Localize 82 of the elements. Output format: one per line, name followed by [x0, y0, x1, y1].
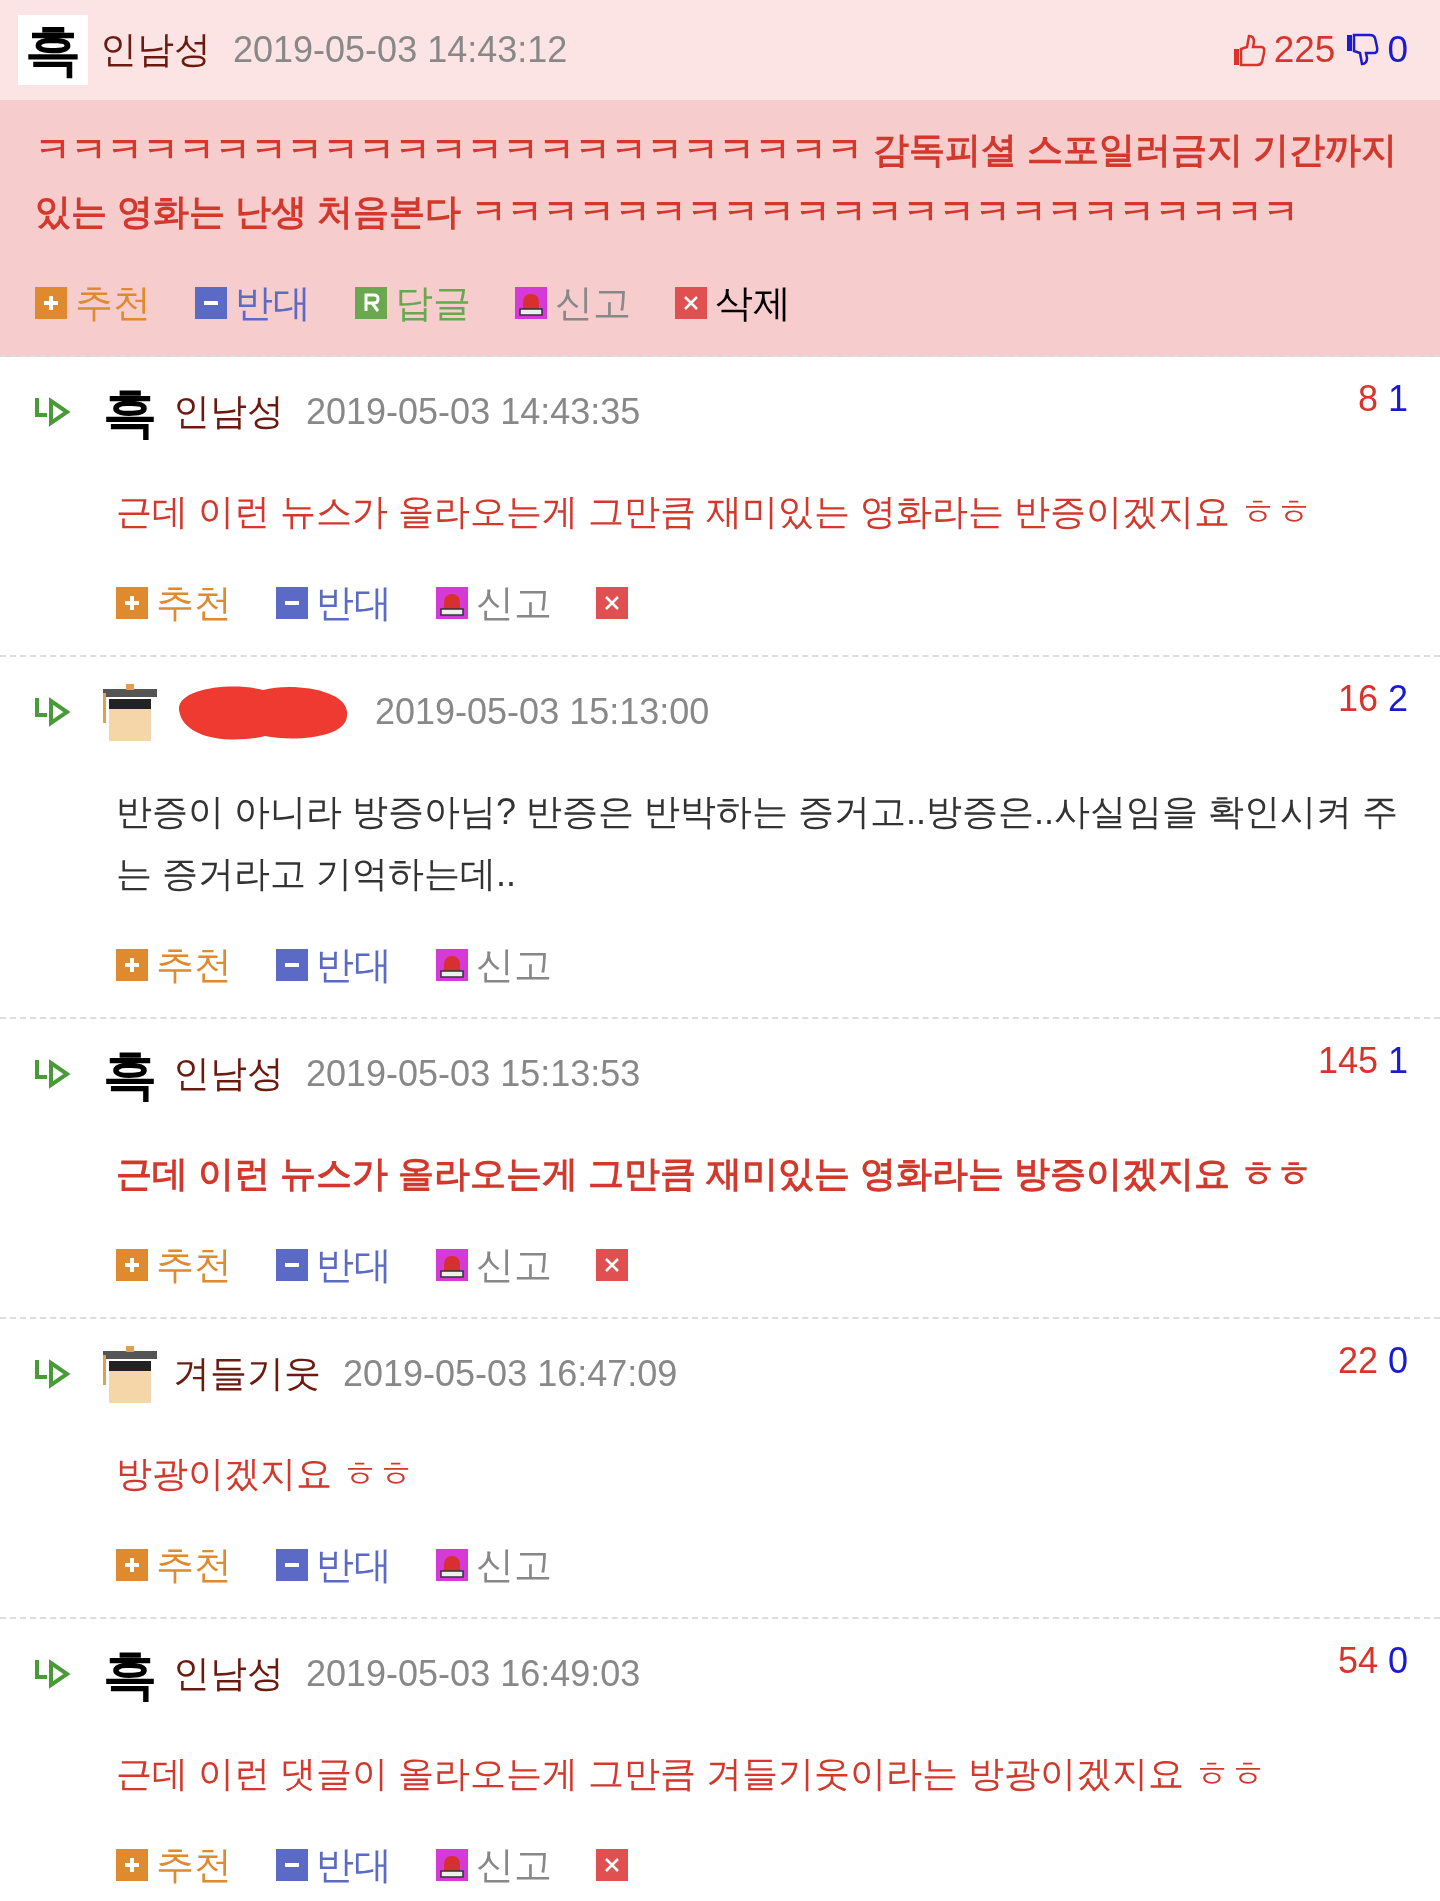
siren-icon [436, 1849, 468, 1881]
avatar: 흑 [102, 381, 158, 443]
minus-icon [276, 1249, 308, 1281]
delete-icon [596, 1849, 628, 1881]
downvote-count: 0 [1387, 28, 1408, 73]
avatar: 흑 [102, 1643, 158, 1705]
comment-text: 근데 이런 뉴스가 올라오는게 그만큼 재미있는 영화라는 반증이겠지요 ㅎㅎ [116, 490, 1313, 534]
username: 인남성 [173, 1052, 284, 1097]
reply-arrow-icon [33, 1357, 73, 1391]
comment-text: 근데 이런 뉴스가 올라오는게 그만큼 재미있는 영화라는 방증이겠지요 ㅎㅎ [116, 1152, 1313, 1196]
upvote-count: 54 [1337, 1641, 1378, 1681]
reply-icon [355, 287, 387, 319]
upvote-count: 16 [1337, 679, 1378, 719]
plus-icon [35, 287, 67, 319]
downvote-count: 0 [1387, 1341, 1408, 1381]
minus-icon [276, 949, 308, 981]
avatar: 흑 [102, 1043, 158, 1105]
report-button[interactable]: 신고 [476, 1241, 552, 1289]
downvote-count: 1 [1387, 379, 1408, 419]
downvote-count: 1 [1387, 1041, 1408, 1081]
oppose-button[interactable]: 반대 [316, 1241, 392, 1289]
delete-icon [596, 587, 628, 619]
timestamp: 2019-05-03 14:43:12 [233, 28, 568, 72]
downvote-count: 2 [1387, 679, 1408, 719]
avatar: 흑 [18, 15, 88, 85]
comment-text: 방광이겠지요 ㅎㅎ [116, 1452, 415, 1496]
plus-icon [116, 587, 148, 619]
timestamp: 2019-05-03 16:47:09 [343, 1352, 678, 1396]
delete-icon [596, 1249, 628, 1281]
siren-icon [436, 1249, 468, 1281]
recommend-button[interactable]: 추천 [75, 279, 151, 327]
reply-button[interactable]: 답글 [395, 279, 471, 327]
timestamp: 2019-05-03 16:49:03 [306, 1652, 641, 1696]
timestamp: 2019-05-03 14:43:35 [306, 390, 641, 434]
report-button[interactable]: 신고 [476, 579, 552, 627]
minus-icon [276, 1849, 308, 1881]
siren-icon [515, 287, 547, 319]
oppose-button[interactable]: 반대 [316, 579, 392, 627]
plus-icon [116, 1249, 148, 1281]
oppose-button[interactable]: 반대 [316, 1541, 392, 1589]
reply-arrow-icon [33, 1657, 73, 1691]
username: 인남성 [173, 390, 284, 435]
timestamp: 2019-05-03 15:13:53 [306, 1052, 641, 1096]
minus-icon [195, 287, 227, 319]
reply-arrow-icon [33, 1057, 73, 1091]
reply-arrow-icon [33, 395, 73, 429]
delete-icon [675, 287, 707, 319]
comment-text: 근데 이런 댓글이 올라오는게 그만큼 겨들기웃이라는 방광이겠지요 ㅎㅎ [116, 1752, 1267, 1796]
upvote-count: 22 [1337, 1341, 1378, 1381]
plus-icon [116, 1849, 148, 1881]
report-button[interactable]: 신고 [476, 1841, 552, 1889]
report-button[interactable]: 신고 [476, 941, 552, 989]
recommend-button[interactable]: 추천 [156, 1841, 232, 1889]
timestamp: 2019-05-03 15:13:00 [375, 690, 710, 734]
upvote-count: 145 [1317, 1041, 1378, 1081]
report-button[interactable]: 신고 [555, 279, 631, 327]
plus-icon [116, 949, 148, 981]
recommend-button[interactable]: 추천 [156, 1541, 232, 1589]
username: 겨들기웃 [173, 1352, 321, 1397]
delete-button[interactable]: 삭제 [715, 279, 791, 327]
comment-text: 반증이 아니라 방증아님? 반증은 반박하는 증거고..방증은..사실임을 확인시켜 주는 증거라고 기억하는데.. [116, 790, 1400, 896]
recommend-button[interactable]: 추천 [156, 1241, 232, 1289]
downvote-count: 0 [1387, 1641, 1408, 1681]
recommend-button[interactable]: 추천 [156, 579, 232, 627]
minus-icon [276, 587, 308, 619]
reply-arrow-icon [33, 695, 73, 729]
report-button[interactable]: 신고 [476, 1541, 552, 1589]
recommend-button[interactable]: 추천 [156, 941, 232, 989]
siren-icon [436, 949, 468, 981]
upvote-count: 8 [1357, 379, 1378, 419]
siren-icon [436, 1549, 468, 1581]
username: 인남성 [173, 1652, 284, 1697]
oppose-button[interactable]: 반대 [316, 941, 392, 989]
username: 인남성 [100, 28, 211, 73]
upvote-count: 225 [1273, 28, 1336, 73]
plus-icon [116, 1549, 148, 1581]
oppose-button[interactable]: 반대 [316, 1841, 392, 1889]
oppose-button[interactable]: 반대 [235, 279, 311, 327]
comment-text: ㅋㅋㅋㅋㅋㅋㅋㅋㅋㅋㅋㅋㅋㅋㅋㅋㅋㅋㅋㅋㅋㅋㅋ 감독피셜 스포일러금지 기간까지 있는 영화는 난생 처음본다 ㅋㅋㅋㅋㅋㅋㅋㅋㅋㅋㅋㅋㅋㅋㅋㅋㅋㅋㅋㅋㅋㅋㅋ [35, 128, 1398, 234]
thumbs-up-icon[interactable] [1231, 32, 1268, 68]
siren-icon [436, 587, 468, 619]
minus-icon [276, 1549, 308, 1581]
